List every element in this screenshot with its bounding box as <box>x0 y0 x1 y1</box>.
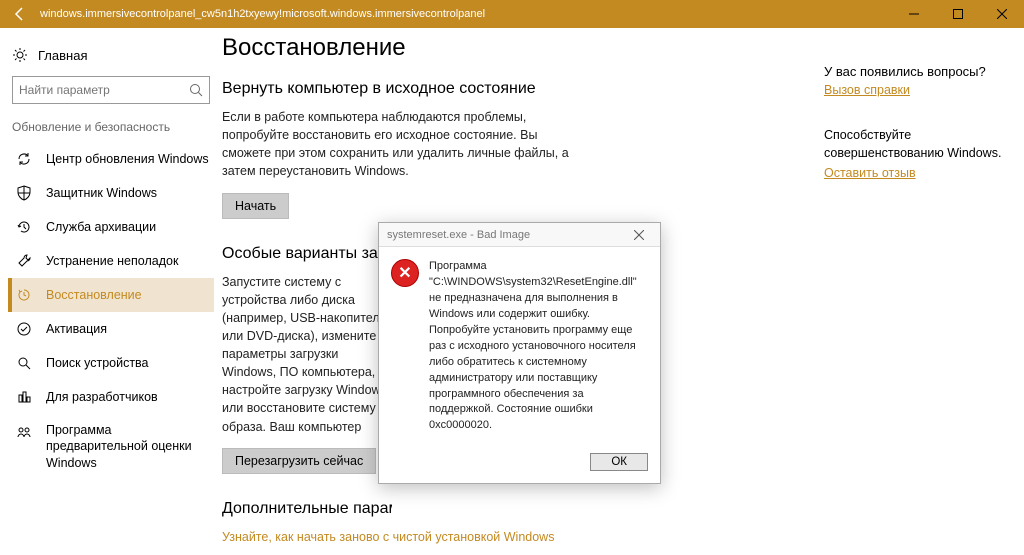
help-question: У вас появились вопросы? <box>824 64 1008 79</box>
home-row[interactable]: Главная <box>8 38 214 72</box>
insider-icon <box>16 424 32 440</box>
error-icon: ✕ <box>391 259 419 287</box>
sidebar-item-label: Для разработчиков <box>46 390 158 404</box>
sidebar-item-troubleshoot[interactable]: Устранение неполадок <box>8 244 214 278</box>
backup-icon <box>16 219 32 235</box>
sidebar-item-label: Служба архивации <box>46 220 156 234</box>
sidebar-item-update[interactable]: Центр обновления Windows <box>8 142 214 176</box>
sidebar-item-label: Программа предварительной оценки Windows <box>46 422 214 471</box>
sidebar: Главная Обновление и безопасность Центр … <box>0 28 222 555</box>
close-icon <box>997 9 1007 19</box>
more-heading: Дополнительные параметры восстановления <box>222 500 392 518</box>
sidebar-section-label: Обновление и безопасность <box>8 114 214 142</box>
sidebar-item-label: Восстановление <box>46 288 142 302</box>
minimize-icon <box>909 9 919 19</box>
fresh-start-link[interactable]: Узнайте, как начать заново с чистой уста… <box>222 530 554 544</box>
right-pane: У вас появились вопросы? Вызов справки С… <box>824 28 1024 555</box>
sidebar-item-label: Центр обновления Windows <box>46 152 209 166</box>
sidebar-item-label: Поиск устройства <box>46 356 149 370</box>
sidebar-item-defender[interactable]: Защитник Windows <box>8 176 214 210</box>
advanced-heading: Особые варианты загрузки <box>222 245 382 263</box>
minimize-button[interactable] <box>892 0 936 28</box>
reset-heading: Вернуть компьютер в исходное состояние <box>222 80 782 98</box>
sidebar-item-developers[interactable]: Для разработчиков <box>8 380 214 414</box>
sidebar-item-label: Устранение неполадок <box>46 254 178 268</box>
reset-body: Если в работе компьютера наблюдаются про… <box>222 108 582 181</box>
home-label: Главная <box>38 48 87 63</box>
search-box[interactable] <box>12 76 210 104</box>
activation-icon <box>16 321 32 337</box>
sidebar-item-backup[interactable]: Служба архивации <box>8 210 214 244</box>
reset-section: Вернуть компьютер в исходное состояние Е… <box>222 80 782 219</box>
window-title: windows.immersivecontrolpanel_cw5n1h2txy… <box>40 8 892 20</box>
recovery-icon <box>16 287 32 303</box>
back-arrow-icon <box>12 6 28 22</box>
sidebar-item-find-device[interactable]: Поиск устройства <box>8 346 214 380</box>
dialog-ok-button[interactable]: ОК <box>590 453 648 471</box>
search-icon <box>189 83 203 97</box>
maximize-icon <box>953 9 963 19</box>
more-section: Дополнительные параметры восстановления … <box>222 500 782 546</box>
sidebar-item-label: Защитник Windows <box>46 186 157 200</box>
find-icon <box>16 355 32 371</box>
sidebar-item-recovery[interactable]: Восстановление <box>8 278 214 312</box>
sidebar-item-activation[interactable]: Активация <box>8 312 214 346</box>
search-input[interactable] <box>19 83 189 97</box>
close-button[interactable] <box>980 0 1024 28</box>
back-button[interactable] <box>0 0 40 28</box>
help-link[interactable]: Вызов справки <box>824 83 1008 97</box>
error-dialog: systemreset.exe - Bad Image ✕ Программа … <box>378 222 661 484</box>
sync-icon <box>16 151 32 167</box>
dialog-close-button[interactable] <box>634 230 656 240</box>
advanced-body: Запустите систему с устройства либо диск… <box>222 273 392 436</box>
dev-icon <box>16 389 32 405</box>
titlebar: windows.immersivecontrolpanel_cw5n1h2txy… <box>0 0 1024 28</box>
reset-start-button[interactable]: Начать <box>222 193 289 219</box>
gear-icon <box>12 47 28 63</box>
restart-now-button[interactable]: Перезагрузить сейчас <box>222 448 376 474</box>
page-title: Восстановление <box>222 34 824 62</box>
feedback-link[interactable]: Оставить отзыв <box>824 166 1008 180</box>
dialog-title: systemreset.exe - Bad Image <box>387 229 530 241</box>
close-icon <box>634 230 644 240</box>
feedback-intro: Способствуйте совершенствованию Windows. <box>824 127 1008 162</box>
maximize-button[interactable] <box>936 0 980 28</box>
sidebar-item-insider[interactable]: Программа предварительной оценки Windows <box>8 414 214 479</box>
shield-icon <box>16 185 32 201</box>
dialog-text: Программа "C:\WINDOWS\system32\ResetEngi… <box>429 259 646 434</box>
dialog-titlebar[interactable]: systemreset.exe - Bad Image <box>379 223 660 247</box>
troubleshoot-icon <box>16 253 32 269</box>
sidebar-item-label: Активация <box>46 322 107 336</box>
